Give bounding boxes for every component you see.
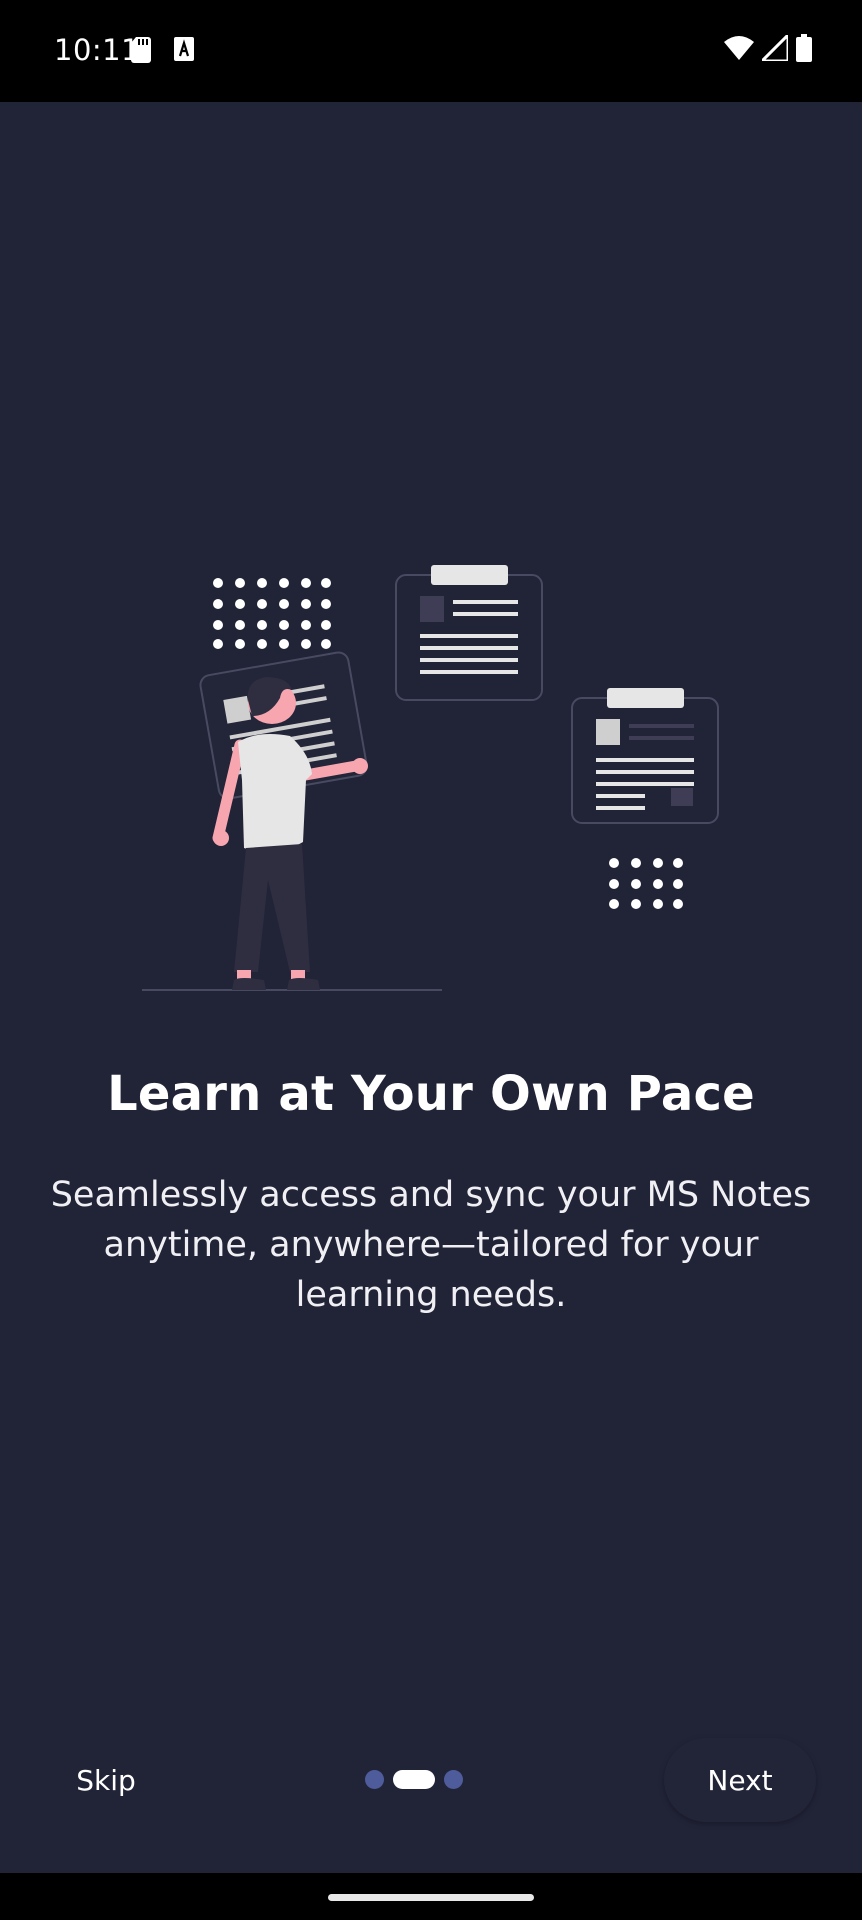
onboarding-illustration — [0, 540, 862, 1004]
status-time: 10:11 — [54, 33, 141, 67]
bottom-navigation: Skip Next — [0, 1738, 862, 1822]
page-title: Learn at Your Own Pace — [107, 1066, 755, 1122]
page-indicator-dot-active[interactable] — [393, 1770, 435, 1789]
system-navigation-bar — [0, 1873, 862, 1920]
page-indicator-dot[interactable] — [444, 1770, 463, 1789]
home-gesture-handle[interactable] — [328, 1894, 534, 1901]
skip-button[interactable]: Skip — [56, 1740, 156, 1820]
signal-icon — [758, 31, 790, 65]
wifi-icon — [724, 36, 754, 64]
page-description: Seamlessly access and sync your MS Notes… — [50, 1175, 812, 1315]
font-a-icon — [174, 37, 194, 65]
page-indicator — [365, 1770, 463, 1789]
sd-card-icon — [131, 37, 151, 67]
next-button[interactable]: Next — [664, 1738, 816, 1822]
battery-icon — [796, 34, 812, 66]
status-bar: 10:11 — [0, 0, 862, 102]
page-indicator-dot[interactable] — [365, 1770, 384, 1789]
status-right-icons — [724, 31, 812, 66]
